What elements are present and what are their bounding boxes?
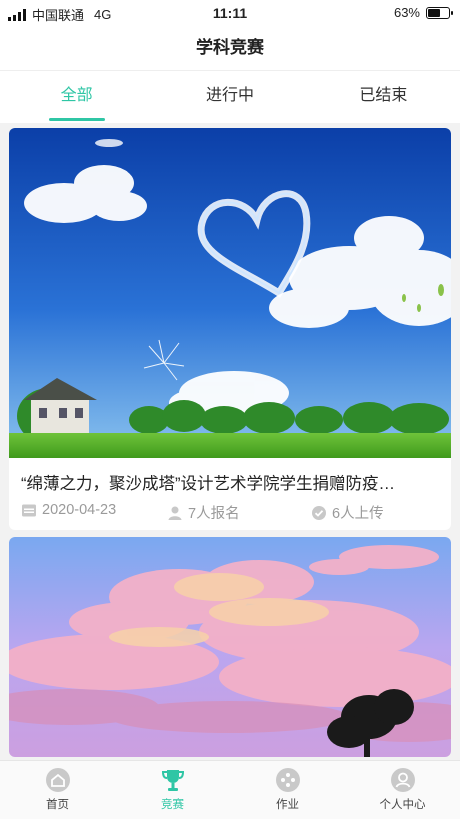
homework-icon (275, 768, 300, 792)
competition-card[interactable] (9, 537, 451, 757)
trophy-icon (161, 770, 184, 791)
nav-label-profile: 个人中心 (379, 799, 426, 811)
tab-in-progress-label: 进行中 (205, 87, 254, 104)
tab-all[interactable]: 全部 (0, 71, 153, 123)
tab-in-progress[interactable]: 进行中 (153, 71, 306, 123)
person-icon (168, 506, 182, 520)
nav-item-profile[interactable]: 个人中心 (345, 761, 460, 819)
card-date: 2020-04-23 (42, 502, 117, 518)
profile-icon (390, 768, 415, 792)
tab-ended[interactable]: 已结束 (307, 71, 460, 123)
tab-ended-label: 已结束 (359, 87, 408, 104)
nav-label-home: 首页 (46, 799, 69, 811)
card-cover-image (9, 537, 451, 757)
nav-item-competition[interactable]: 竞赛 (115, 761, 230, 819)
check-circle-icon (312, 505, 326, 520)
status-bar: 中国联通 4G 11:11 63% (0, 0, 460, 26)
status-time: 11:11 (212, 5, 248, 21)
nav-item-homework[interactable]: 作业 (230, 761, 345, 819)
battery-icon (426, 6, 453, 19)
tab-bar: 全部 进行中 已结束 (0, 70, 460, 123)
card-cover-image (9, 128, 451, 458)
header: 学科竞赛 (0, 26, 460, 70)
tab-active-indicator (48, 118, 105, 121)
card-title: “绵薄之力，聚沙成塔”设计艺术学院学生捐赠防疫… (21, 475, 395, 493)
home-icon (45, 768, 70, 792)
date-meta: 2020-04-23 (21, 502, 116, 518)
status-right: 63% (393, 5, 453, 20)
calendar-icon (22, 504, 36, 517)
nav-item-home[interactable]: 首页 (0, 761, 115, 819)
tab-all-label: 全部 (60, 87, 93, 104)
card-meta: 2020-04-23 7人报名 6人上传 (21, 502, 441, 524)
page-title: 学科竞赛 (196, 38, 264, 57)
signup-meta: 7人报名 (167, 502, 240, 523)
bottom-nav: 首页 竞赛 作业 个人中心 (0, 760, 460, 819)
battery-percent: 63% (393, 5, 420, 20)
competition-card[interactable]: “绵薄之力，聚沙成塔”设计艺术学院学生捐赠防疫… 2020-04-23 7人报名… (9, 128, 451, 530)
card-uploads: 6人上传 (332, 506, 384, 522)
upload-meta: 6人上传 (311, 502, 384, 523)
nav-label-homework: 作业 (276, 799, 299, 811)
nav-label-competition: 竞赛 (161, 799, 184, 811)
card-signups: 7人报名 (188, 506, 240, 522)
